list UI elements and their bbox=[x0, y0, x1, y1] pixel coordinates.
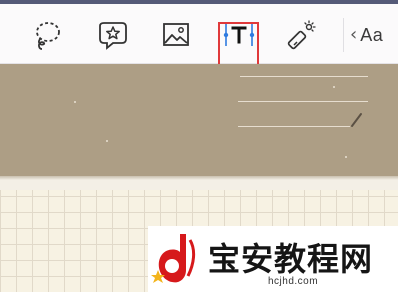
lasso-tool-button[interactable] bbox=[30, 18, 64, 52]
paper-speck bbox=[333, 86, 335, 88]
drawing-toolbar: ‹ Aa bbox=[0, 4, 398, 64]
toolbar-divider bbox=[343, 18, 344, 52]
lasso-icon bbox=[36, 22, 60, 50]
highlighter-tool-button[interactable] bbox=[285, 18, 319, 52]
font-style-label: Aa bbox=[360, 24, 384, 45]
pen-stroke-icon bbox=[351, 113, 362, 127]
sticker-tool-button[interactable] bbox=[95, 18, 129, 52]
image-tool-button[interactable] bbox=[159, 18, 193, 52]
image-icon bbox=[163, 23, 189, 46]
selected-tool-highlight bbox=[218, 22, 259, 69]
paper-speck bbox=[106, 140, 108, 142]
header-rule bbox=[240, 76, 368, 77]
highlighter-icon bbox=[287, 20, 316, 50]
sticker-icon bbox=[99, 22, 127, 50]
watermark-title: 宝安教程网 bbox=[208, 240, 374, 278]
font-style-button[interactable]: ‹ Aa bbox=[350, 22, 383, 48]
watermark-logo-icon bbox=[151, 234, 196, 283]
page-shadow bbox=[0, 176, 398, 180]
paper-speck bbox=[74, 101, 76, 103]
watermark-url: hcjhd.com bbox=[268, 276, 319, 287]
watermark: 宝安教程网 hcjhd.com bbox=[148, 226, 398, 292]
chevron-left-icon: ‹ bbox=[350, 24, 358, 45]
paper-speck bbox=[345, 156, 347, 158]
header-rule bbox=[238, 101, 368, 102]
page-header-banner bbox=[0, 64, 398, 176]
header-rule bbox=[238, 126, 350, 127]
